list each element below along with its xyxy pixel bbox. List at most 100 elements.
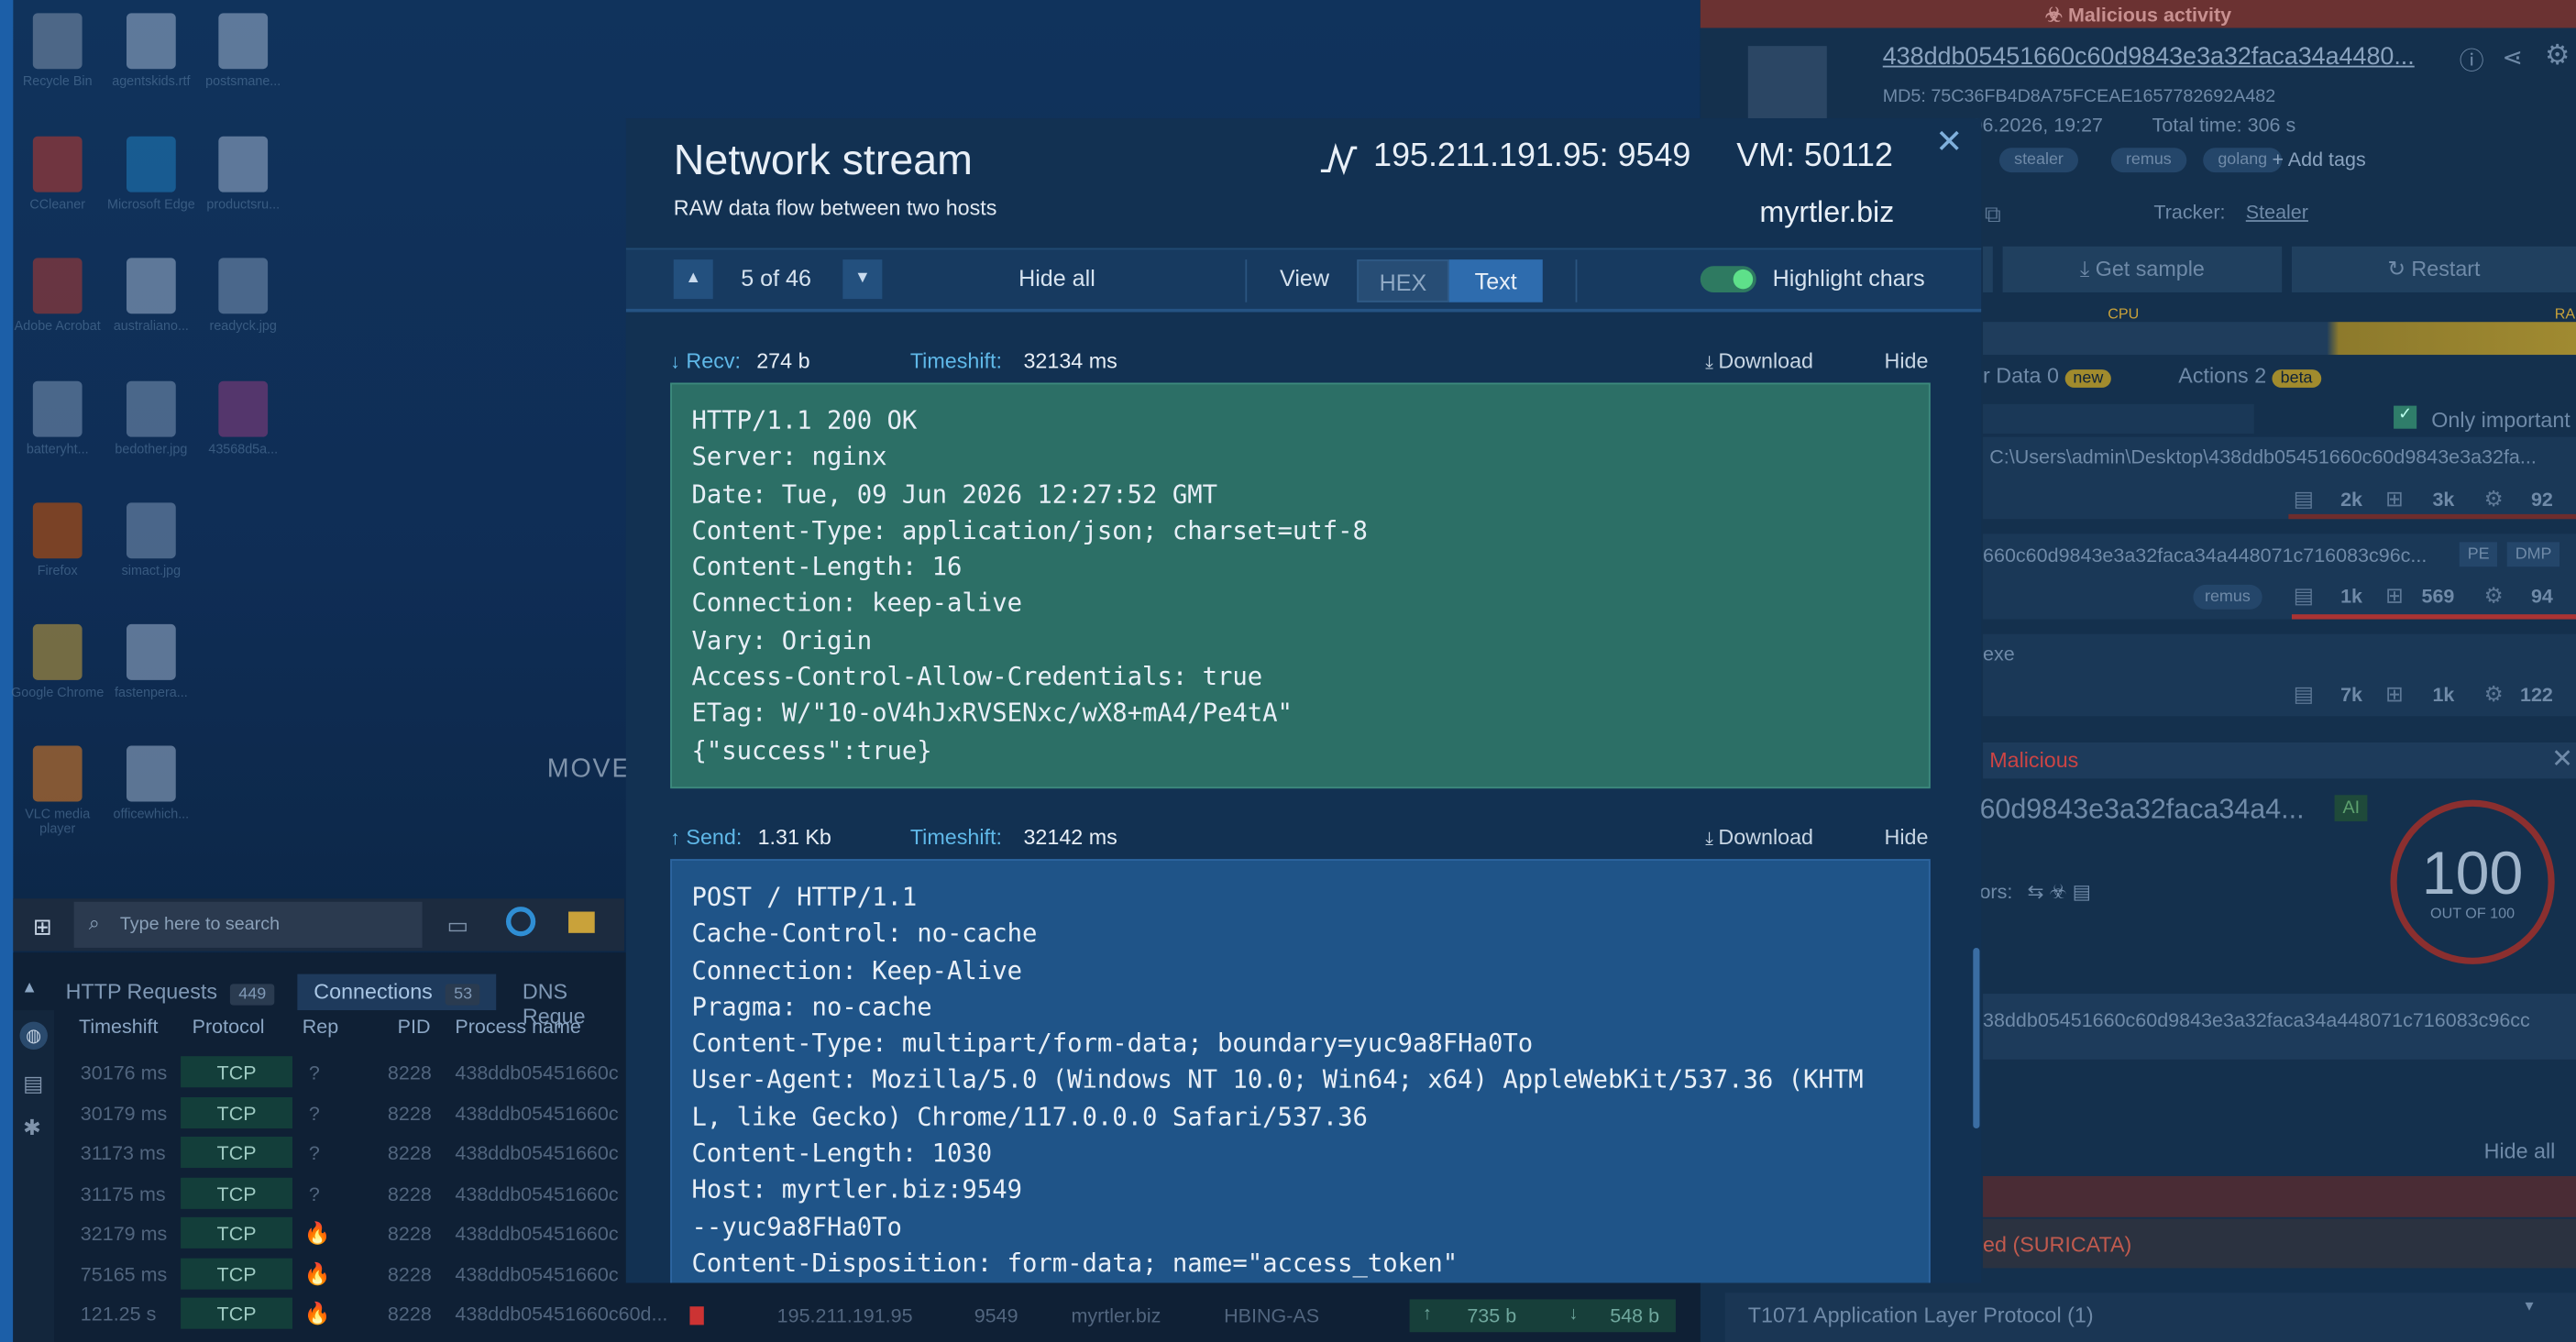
ai-badge: AI <box>2334 795 2369 821</box>
hide-all-button[interactable]: Hide all <box>1018 265 1095 292</box>
desktop-icon[interactable]: Google Chrome <box>8 623 107 699</box>
download-arrow-icon: ↓ <box>1569 1304 1579 1325</box>
malicious-banner: ☣ Malicious activity <box>1700 0 2576 28</box>
tab-connections[interactable]: Connections 53 <box>297 974 497 1011</box>
settings-icon[interactable]: ⚙ <box>2545 39 2570 72</box>
screen: Recycle Bin agentskids.rtf postsmane... CCl… <box>0 0 2576 1342</box>
tracker-link[interactable]: Stealer <box>2246 201 2308 224</box>
desktop-icon-label: CCleaner <box>29 197 85 213</box>
data-tab[interactable]: r Data 0 new <box>1983 363 2112 388</box>
desktop-icon[interactable]: 43568d5a... <box>193 380 292 456</box>
task-view-icon[interactable]: ▭ <box>446 912 468 940</box>
tag[interactable]: golang <box>2203 148 2283 173</box>
desktop-icon-label: agentskids.rtf <box>112 73 191 89</box>
hex-toggle[interactable]: HEX <box>1357 259 1449 302</box>
desktop-icon[interactable]: Recycle Bin <box>8 13 107 89</box>
close-icon[interactable]: ✕ <box>1935 122 1963 163</box>
tag[interactable]: remus <box>2110 148 2186 173</box>
indicators-label: ors: <box>1979 880 2013 904</box>
traffic-up: 735 b <box>1467 1304 1517 1327</box>
tag[interactable]: stealer <box>1998 148 2079 173</box>
desktop-icon[interactable]: VLC media player <box>8 745 107 836</box>
highlight-chars-toggle[interactable] <box>1700 266 1756 292</box>
stream-endpoint: 195.211.191.95: 9549 <box>1373 138 1691 174</box>
collapse-icon[interactable]: ▲ <box>21 979 38 997</box>
text-toggle[interactable]: Text <box>1448 259 1543 302</box>
sha-hash[interactable]: 38ddb05451660c60d9843e3a32faca34a448071c… <box>1983 1008 2530 1031</box>
col-rep[interactable]: Rep <box>303 1015 338 1038</box>
info-icon[interactable]: ⓘ <box>2460 43 2484 78</box>
cell-process: 438ddb05451660c <box>455 1141 619 1165</box>
restart-button[interactable]: ↻ Restart <box>2291 246 2576 292</box>
col-protocol[interactable]: Protocol <box>193 1015 265 1038</box>
close-icon[interactable]: ✕ <box>2551 742 2573 776</box>
download-icon: ⤓ <box>1705 829 1719 850</box>
desktop-icon[interactable]: Adobe Acrobat <box>8 258 107 334</box>
word-doc-icon <box>218 136 269 192</box>
desktop-icon[interactable]: agentskids.rtf <box>102 13 201 89</box>
copy-icon[interactable]: ⧉ <box>1985 201 2001 228</box>
send-download-button[interactable]: ⤓ Download <box>1705 825 1813 852</box>
share-icon[interactable]: ⋖ <box>2502 43 2523 72</box>
biohazard-icon: ☣ <box>2044 3 2068 27</box>
chevron-down-icon[interactable]: ▾ <box>2525 1298 2533 1316</box>
beta-badge: beta <box>2272 369 2321 388</box>
verdict-header: Malicious ✕ <box>1983 742 2576 779</box>
col-pid[interactable]: PID <box>398 1015 431 1038</box>
send-label: Send: <box>686 824 743 850</box>
tab-http-requests[interactable]: HTTP Requests 449 <box>50 974 291 1010</box>
mitre-row[interactable]: T1071 Application Layer Protocol (1) ▾ <box>1724 1292 2576 1342</box>
desktop-icon[interactable]: officewhich... <box>102 745 201 821</box>
desktop-icon-label: productsru... <box>206 197 281 213</box>
desktop-icon[interactable]: australiano... <box>102 258 201 334</box>
windows-start-icon[interactable]: ⊞ <box>33 913 52 940</box>
desktop-icon[interactable]: batteryht... <box>8 380 107 456</box>
toggle-knob <box>1733 269 1754 290</box>
col-process-name[interactable]: Process name <box>455 1015 580 1038</box>
process-name: 660c60d9843e3a32faca34a448071c716083c96c… <box>1983 544 2427 567</box>
modal-scrollbar[interactable] <box>1973 947 1980 1129</box>
send-arrow-icon: ↑ <box>670 826 680 850</box>
desktop-icon[interactable]: readyck.jpg <box>193 258 292 334</box>
desktop-icon[interactable]: simact.jpg <box>102 502 201 578</box>
add-tags-button[interactable]: + Add tags <box>2272 148 2365 170</box>
stream-position: 5 of 46 <box>741 264 811 292</box>
md5-label: MD5: <box>1882 86 1926 107</box>
cell-timeshift: 30179 ms <box>80 1101 168 1125</box>
get-sample-button[interactable]: ⤓ Get sample <box>2002 246 2283 292</box>
fire-icon: 🔥 <box>303 1220 331 1246</box>
actions-tab[interactable]: Actions 2 beta <box>2178 363 2321 388</box>
suricata-row[interactable]: ed (SURICATA) <box>1983 1218 2576 1269</box>
explorer-taskbar-icon[interactable] <box>568 911 595 933</box>
taskbar-search-input[interactable]: Type here to search <box>73 901 423 948</box>
edge-taskbar-icon[interactable] <box>505 907 536 937</box>
desktop-icon[interactable]: fastenpera... <box>102 623 201 699</box>
cell-pid: 8228 <box>387 1303 432 1326</box>
process-filter[interactable] <box>1983 403 2254 434</box>
tab-dns-requests[interactable]: DNS Reque <box>506 974 637 1028</box>
task-hash-title[interactable]: 438ddb05451660c60d9843e3a32faca34a4480..… <box>1883 43 2415 71</box>
file-icon: ▤ <box>2293 583 2314 609</box>
prev-stream-button[interactable]: ▲ <box>673 259 713 300</box>
remus-tag: remus <box>2193 584 2262 610</box>
desktop-icon[interactable]: bedother.jpg <box>102 380 201 456</box>
start-time: 06.2026, 19:27 <box>1971 113 2104 137</box>
desktop-icon[interactable]: CCleaner <box>8 136 107 213</box>
checkbox-icon[interactable]: ✓ <box>2394 405 2417 429</box>
next-stream-button[interactable]: ▼ <box>842 259 883 300</box>
globe-icon[interactable]: ◍ <box>19 1021 48 1050</box>
firefox-icon <box>32 502 83 559</box>
desktop-icon[interactable]: productsru... <box>193 136 292 213</box>
file-icon[interactable]: ▤ <box>23 1071 43 1097</box>
hide-all-threats[interactable]: Hide all <box>2484 1138 2556 1163</box>
bug-icon[interactable]: ✱ <box>23 1116 41 1142</box>
modal-title: Network stream <box>673 134 974 184</box>
col-timeshift[interactable]: Timeshift <box>79 1015 158 1038</box>
desktop-icon[interactable]: Microsoft Edge <box>102 136 201 212</box>
recv-download-button[interactable]: ⤓ Download <box>1705 348 1813 375</box>
desktop-icon[interactable]: postsmane... <box>193 13 292 89</box>
send-hide-button[interactable]: Hide <box>1885 825 1929 850</box>
recv-hide-button[interactable]: Hide <box>1885 348 1929 373</box>
desktop-icon[interactable]: Firefox <box>8 502 107 578</box>
hash-row: 38ddb05451660c60d9843e3a32faca34a448071c… <box>1983 994 2576 1060</box>
